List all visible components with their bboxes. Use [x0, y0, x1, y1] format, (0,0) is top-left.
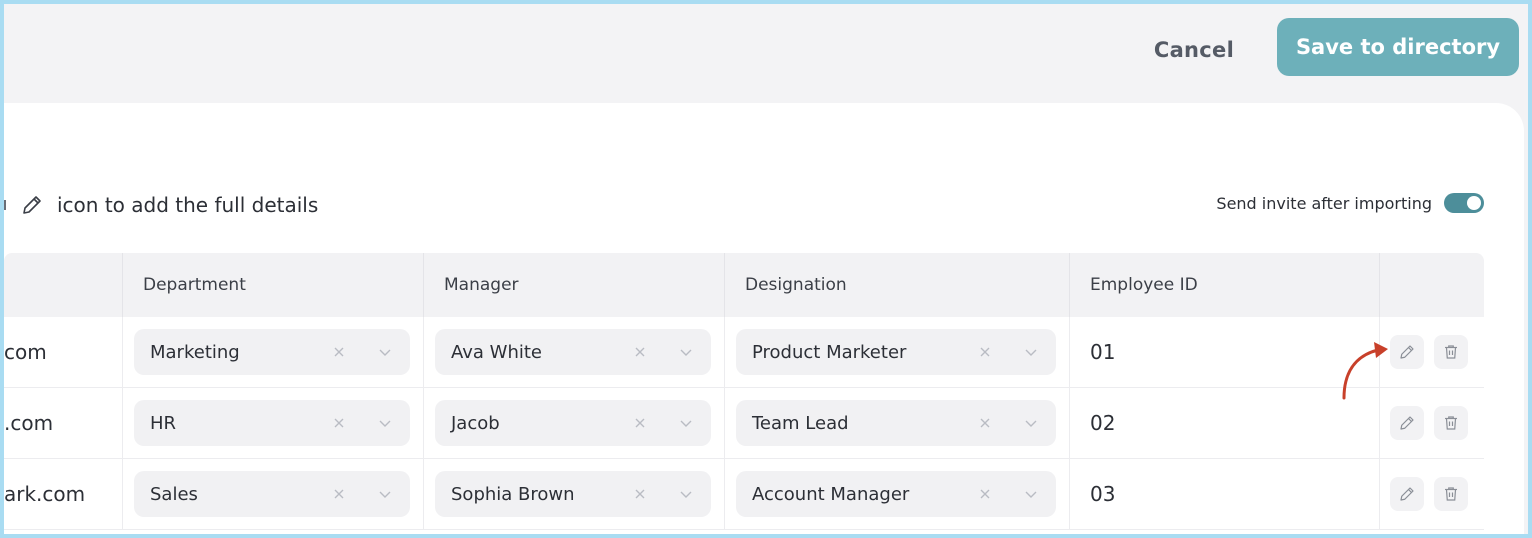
employee-import-table: Department Manager Designation Employee …	[4, 253, 1484, 530]
instruction-hint: icon to add the full details	[4, 190, 318, 220]
employee-id-cell[interactable]: 02	[1070, 388, 1380, 458]
select-value: Team Lead	[752, 412, 849, 434]
select-value: HR	[150, 412, 177, 434]
send-invite-label: Send invite after importing	[1216, 193, 1432, 213]
department-select[interactable]: HR	[134, 400, 410, 446]
select-value: Sophia Brown	[451, 483, 575, 505]
manager-cell: Jacob	[424, 388, 725, 458]
manager-cell: Sophia Brown	[424, 459, 725, 529]
pencil-icon	[23, 196, 41, 214]
send-invite-toggle[interactable]	[1444, 193, 1484, 213]
select-value: Jacob	[451, 412, 500, 434]
table-row: .com HR Jacob Team Lead 02	[4, 388, 1484, 459]
pencil-icon	[1400, 416, 1414, 430]
table-row: ark.com Sales Sophia Brown Account Manag…	[4, 459, 1484, 530]
header-manager: Manager	[424, 253, 725, 317]
department-cell: HR	[123, 388, 424, 458]
toggle-knob	[1467, 196, 1481, 210]
email-cell: com	[4, 317, 123, 387]
app-frame: Cancel Save to directory icon to add the…	[4, 4, 1528, 534]
chevron-down-icon[interactable]	[677, 414, 695, 432]
row-actions	[1380, 317, 1484, 387]
select-value: Account Manager	[752, 483, 910, 505]
edit-button[interactable]	[1390, 477, 1424, 511]
chevron-down-icon[interactable]	[1022, 414, 1040, 432]
cancel-button[interactable]: Cancel	[1134, 22, 1254, 78]
trash-icon	[1445, 345, 1457, 359]
close-icon[interactable]	[330, 485, 348, 503]
manager-cell: Ava White	[424, 317, 725, 387]
email-cell: .com	[4, 388, 123, 458]
chevron-down-icon[interactable]	[677, 485, 695, 503]
header-email	[4, 253, 123, 317]
designation-cell: Team Lead	[725, 388, 1070, 458]
chevron-down-icon[interactable]	[376, 485, 394, 503]
designation-select[interactable]: Account Manager	[736, 471, 1056, 517]
close-icon[interactable]	[631, 485, 649, 503]
delete-button[interactable]	[1434, 477, 1468, 511]
row-actions	[1380, 459, 1484, 529]
trash-icon	[1445, 487, 1457, 501]
table-header: Department Manager Designation Employee …	[4, 253, 1484, 317]
close-icon[interactable]	[631, 343, 649, 361]
select-value: Sales	[150, 483, 198, 505]
close-icon[interactable]	[976, 414, 994, 432]
row-actions	[1380, 388, 1484, 458]
department-cell: Sales	[123, 459, 424, 529]
employee-id-cell[interactable]: 03	[1070, 459, 1380, 529]
department-cell: Marketing	[123, 317, 424, 387]
hint-text: icon to add the full details	[57, 193, 319, 217]
select-value: Product Marketer	[752, 341, 907, 363]
chevron-down-icon[interactable]	[376, 414, 394, 432]
close-icon[interactable]	[976, 485, 994, 503]
header-designation: Designation	[725, 253, 1070, 317]
employee-id-cell[interactable]: 01	[1070, 317, 1380, 387]
edit-button[interactable]	[1390, 335, 1424, 369]
manager-select[interactable]: Sophia Brown	[435, 471, 711, 517]
designation-select[interactable]: Product Marketer	[736, 329, 1056, 375]
close-icon[interactable]	[330, 343, 348, 361]
pencil-icon	[1400, 487, 1414, 501]
select-value: Ava White	[451, 341, 543, 363]
chevron-down-icon[interactable]	[1022, 485, 1040, 503]
header-employee-id: Employee ID	[1070, 253, 1380, 317]
manager-select[interactable]: Ava White	[435, 329, 711, 375]
close-icon[interactable]	[631, 414, 649, 432]
header-actions	[1380, 253, 1484, 317]
designation-select[interactable]: Team Lead	[736, 400, 1056, 446]
close-icon[interactable]	[976, 343, 994, 361]
edit-button[interactable]	[1390, 406, 1424, 440]
delete-button[interactable]	[1434, 335, 1468, 369]
department-select[interactable]: Marketing	[134, 329, 410, 375]
designation-cell: Account Manager	[725, 459, 1070, 529]
select-value: Marketing	[150, 341, 240, 363]
truncated-text-fragment	[4, 200, 8, 210]
close-icon[interactable]	[330, 414, 348, 432]
delete-button[interactable]	[1434, 406, 1468, 440]
table-row: com Marketing Ava White Product Marketer	[4, 317, 1484, 388]
pencil-icon	[1400, 345, 1414, 359]
chevron-down-icon[interactable]	[376, 343, 394, 361]
send-invite-setting: Send invite after importing	[1216, 188, 1484, 218]
chevron-down-icon[interactable]	[677, 343, 695, 361]
save-to-directory-button[interactable]: Save to directory	[1277, 18, 1519, 76]
email-cell: ark.com	[4, 459, 123, 529]
header-department: Department	[123, 253, 424, 317]
annotation-arrow-icon	[1342, 342, 1388, 400]
department-select[interactable]: Sales	[134, 471, 410, 517]
trash-icon	[1445, 416, 1457, 430]
designation-cell: Product Marketer	[725, 317, 1070, 387]
manager-select[interactable]: Jacob	[435, 400, 711, 446]
chevron-down-icon[interactable]	[1022, 343, 1040, 361]
